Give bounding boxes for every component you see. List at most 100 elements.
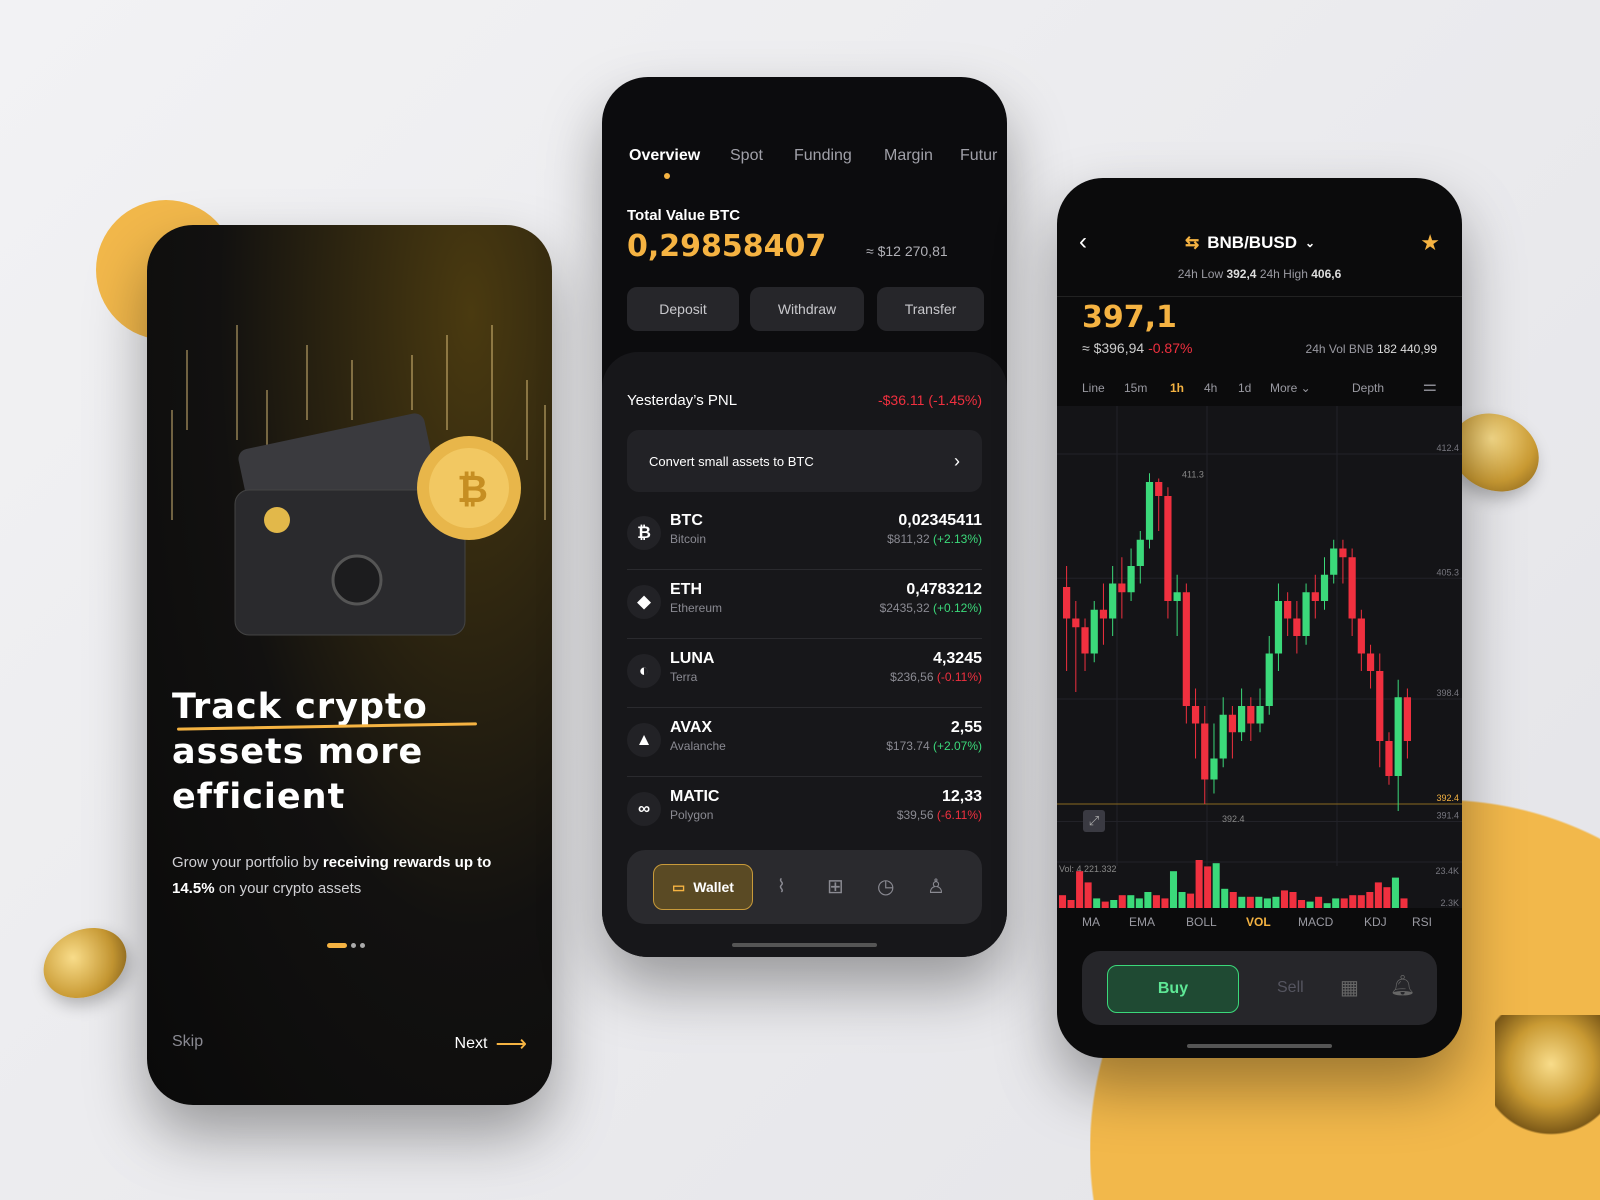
favorite-star-icon[interactable]: ★ <box>1420 230 1440 256</box>
asset-value: $39,56 (-6.11%) <box>896 808 982 822</box>
tf-1d[interactable]: 1d <box>1238 381 1251 395</box>
candlestick-chart[interactable]: 412.4 405.3 398.4 392.4 391.4 411.3 392.4 Vol: … <box>1057 406 1462 908</box>
volume-bar <box>1374 882 1382 908</box>
volume-bar <box>1067 900 1075 908</box>
tab-spot[interactable]: Spot <box>730 147 763 165</box>
candle-body <box>1238 706 1246 733</box>
convert-label: Convert small assets to BTC <box>649 453 814 469</box>
tab-futures[interactable]: Futur <box>960 147 997 165</box>
page-indicator <box>327 943 365 948</box>
sell-button[interactable]: Sell <box>1277 979 1304 997</box>
nav-wallet[interactable]: ▭ Wallet <box>653 864 753 910</box>
volume-bar <box>1229 892 1237 908</box>
nav-history-icon[interactable]: ◷ <box>877 874 894 899</box>
asset-row[interactable]: ◐ LUNA Terra 4,3245 $236,56 (-0.11%) <box>627 640 982 708</box>
chart-settings-icon[interactable]: ⚌ <box>1423 376 1437 396</box>
pnl-value: -$36.11 (-1.45%) <box>877 392 982 408</box>
asset-row[interactable]: ₿ BTC Bitcoin 0,02345411 $811,32 (+2.13%… <box>627 502 982 570</box>
candle-body <box>1265 653 1273 706</box>
tf-line[interactable]: Line <box>1082 381 1105 395</box>
total-value: 0,29858407 <box>627 229 827 264</box>
volume-bar <box>1349 895 1357 908</box>
calculator-icon[interactable]: ▦ <box>1340 975 1359 1000</box>
candle-body <box>1403 697 1411 741</box>
deposit-button[interactable]: Deposit <box>627 287 739 331</box>
btc-icon: ₿ <box>627 516 661 550</box>
volume-bar <box>1391 877 1399 908</box>
candle-body <box>1081 627 1089 654</box>
wallet-screen: Overview Spot Funding Margin Futur Total… <box>602 77 1007 957</box>
pair-label: BNB/BUSD <box>1207 233 1297 252</box>
asset-name: Terra <box>670 670 698 684</box>
nav-profile-icon[interactable]: ♙ <box>927 874 945 899</box>
transfer-button[interactable]: Transfer <box>877 287 984 331</box>
price-axis-label: 412.4 <box>1436 443 1459 453</box>
buy-button[interactable]: Buy <box>1107 965 1239 1013</box>
candle-body <box>1182 592 1190 706</box>
asset-row[interactable]: ▲ AVAX Avalanche 2,55 $173.74 (+2.07%) <box>627 709 982 777</box>
next-label: Next <box>454 1035 488 1052</box>
asset-symbol: LUNA <box>670 650 715 667</box>
asset-value: $236,56 (-0.11%) <box>890 670 982 684</box>
asset-row[interactable]: ∞ MATIC Polygon 12,33 $39,56 (-6.11%) <box>627 778 982 846</box>
asset-amount: 2,55 <box>950 719 982 736</box>
tf-more[interactable]: More ⌄ <box>1270 381 1311 395</box>
volume-bar <box>1101 901 1109 908</box>
convert-small-assets-button[interactable]: Convert small assets to BTC › <box>627 430 982 492</box>
volume-bar <box>1238 896 1246 908</box>
next-button[interactable]: Next ⟶ <box>455 1031 527 1057</box>
asset-row[interactable]: ◆ ETH Ethereum 0,4783212 $2435,32 (+0.12… <box>627 571 982 639</box>
indicator-boll[interactable]: BOLL <box>1186 915 1217 929</box>
back-icon[interactable]: ‹ <box>1079 228 1087 256</box>
asset-name: Bitcoin <box>670 532 707 546</box>
24h-range: 24h Low 392,4 24h High 406,6 <box>1177 267 1342 281</box>
expand-icon[interactable]: ⤢ <box>1083 810 1105 832</box>
volume-bar <box>1272 896 1280 908</box>
nav-markets-icon[interactable]: ⌇ <box>777 876 786 897</box>
tf-1h[interactable]: 1h <box>1170 381 1184 395</box>
tf-15m[interactable]: 15m <box>1124 381 1147 395</box>
volume-bar <box>1263 898 1271 908</box>
asset-value: $811,32 (+2.13%) <box>887 532 982 546</box>
withdraw-button[interactable]: Withdraw <box>750 287 864 331</box>
volume-bar <box>1221 888 1229 908</box>
asset-amount: 12,33 <box>941 788 982 805</box>
asset-amount: 0,4783212 <box>906 581 982 598</box>
trade-bar: Buy Sell ▦ 🔔︎ <box>1082 951 1437 1025</box>
candle-body <box>1376 671 1384 741</box>
asset-symbol: AVAX <box>670 719 713 736</box>
indicator-ma[interactable]: MA <box>1082 915 1100 929</box>
bell-icon[interactable]: 🔔︎ <box>1390 973 1415 998</box>
24h-volume: 24h Vol BNB 182 440,99 <box>1305 342 1437 356</box>
candle-body <box>1256 706 1264 724</box>
volume-bar <box>1144 892 1152 908</box>
candle-body <box>1136 539 1144 566</box>
indicator-rsi[interactable]: RSI <box>1412 915 1432 929</box>
tab-margin[interactable]: Margin <box>884 147 933 165</box>
candle-body <box>1311 592 1319 601</box>
volume-bar <box>1135 898 1143 908</box>
tab-funding[interactable]: Funding <box>794 147 852 165</box>
asset-name: Avalanche <box>670 739 726 753</box>
volume-bar <box>1195 860 1203 908</box>
volume-bar <box>1152 895 1160 908</box>
asset-symbol: MATIC <box>670 788 720 805</box>
volume-bar <box>1110 900 1118 908</box>
indicator-macd[interactable]: MACD <box>1298 915 1333 929</box>
pair-selector[interactable]: ⇆ BNB/BUSD ⌄ <box>1185 233 1315 253</box>
indicator-kdj[interactable]: KDJ <box>1364 915 1387 929</box>
candle-body <box>1090 609 1098 654</box>
tab-overview[interactable]: Overview <box>629 147 700 165</box>
tf-4h[interactable]: 4h <box>1204 381 1217 395</box>
bottom-nav: ▭ Wallet ⌇ ⊞ ◷ ♙ <box>627 850 982 924</box>
indicator-vol[interactable]: VOL <box>1246 915 1271 929</box>
asset-value: $173.74 (+2.07%) <box>886 739 982 753</box>
indicator-ema[interactable]: EMA <box>1129 915 1155 929</box>
tf-depth[interactable]: Depth <box>1352 381 1384 395</box>
matic-icon: ∞ <box>627 792 661 826</box>
nav-add-icon[interactable]: ⊞ <box>827 874 844 899</box>
skip-button[interactable]: Skip <box>172 1033 203 1051</box>
divider <box>1057 296 1462 297</box>
price-axis-label: 392.4 <box>1436 793 1459 803</box>
luna-icon: ◐ <box>627 654 661 688</box>
